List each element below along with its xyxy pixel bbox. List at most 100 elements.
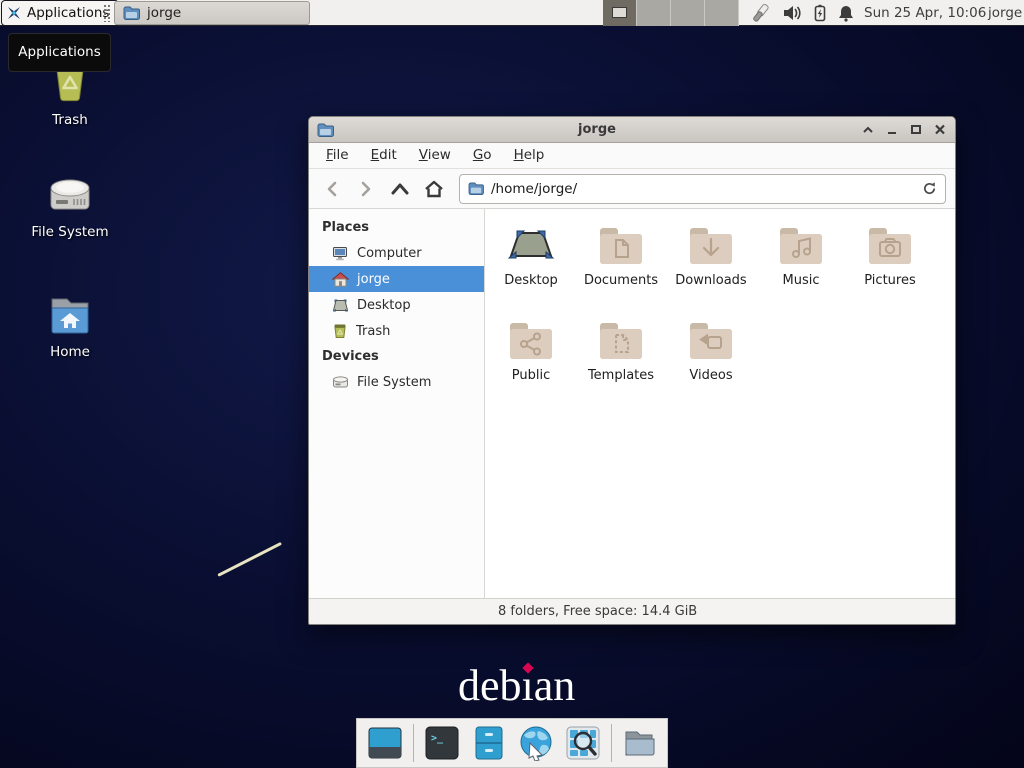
volume-icon[interactable] bbox=[782, 4, 802, 22]
sidebar-item-file-system[interactable]: File System bbox=[309, 369, 484, 395]
battery-icon[interactable] bbox=[810, 4, 830, 22]
workspace-2[interactable] bbox=[637, 0, 671, 26]
path-folder-icon bbox=[468, 182, 484, 195]
drive-icon bbox=[332, 375, 349, 390]
application-finder-button[interactable] bbox=[564, 724, 602, 762]
panel-clock[interactable]: Sun 25 Apr, 10:06 bbox=[864, 0, 986, 26]
forward-button[interactable] bbox=[351, 174, 381, 204]
debian-logo: debıan bbox=[458, 660, 575, 711]
file-downloads[interactable]: Downloads bbox=[666, 225, 756, 288]
desktop-icon-home[interactable]: Home bbox=[18, 292, 122, 360]
file-label: Videos bbox=[666, 368, 756, 383]
home-button[interactable] bbox=[419, 174, 449, 204]
file-cabinet-icon bbox=[471, 725, 507, 761]
desktop-icon-label: Trash bbox=[18, 112, 122, 128]
documents-folder-icon bbox=[597, 225, 645, 267]
file-grid: Desktop Documents Downloads bbox=[485, 209, 955, 598]
notifications-bell-icon[interactable] bbox=[836, 4, 856, 22]
sidebar-item-label: Desktop bbox=[357, 298, 411, 313]
workspace-window-preview bbox=[612, 7, 627, 18]
workspace-1[interactable] bbox=[603, 0, 637, 26]
path-bar[interactable]: /home/jorge/ bbox=[459, 174, 946, 204]
desktop-folder-icon bbox=[507, 225, 555, 267]
desktop-icon-label: Home bbox=[18, 344, 122, 360]
file-music[interactable]: Music bbox=[756, 225, 846, 288]
file-manager-window: jorge File Edit View Go Help bbox=[308, 116, 956, 625]
toolbar: /home/jorge/ bbox=[309, 169, 955, 209]
public-folder-icon bbox=[507, 320, 555, 362]
menu-view[interactable]: View bbox=[408, 143, 462, 168]
panel-drag-handle[interactable] bbox=[103, 4, 112, 22]
taskbar-window-button[interactable]: jorge bbox=[114, 1, 310, 25]
terminal-icon: >_ bbox=[424, 725, 460, 761]
file-desktop[interactable]: Desktop bbox=[486, 225, 576, 288]
menu-help[interactable]: Help bbox=[503, 143, 556, 168]
terminal-button[interactable]: >_ bbox=[423, 724, 461, 762]
svg-text:>_: >_ bbox=[431, 733, 444, 744]
downloads-folder-icon bbox=[687, 225, 735, 267]
file-label: Documents bbox=[576, 273, 666, 288]
file-cabinet-button[interactable] bbox=[470, 724, 508, 762]
sidebar-item-desktop[interactable]: Desktop bbox=[309, 292, 484, 318]
desktop-icon-file-system[interactable]: File System bbox=[18, 174, 122, 240]
sidebar-item-label: jorge bbox=[357, 272, 390, 287]
templates-folder-icon bbox=[597, 320, 645, 362]
debian-logo-part: an bbox=[534, 661, 576, 710]
sidebar-item-computer[interactable]: Computer bbox=[309, 240, 484, 266]
titlebar[interactable]: jorge bbox=[309, 117, 955, 143]
window-folder-icon bbox=[317, 123, 334, 137]
web-browser-globe-icon bbox=[518, 725, 554, 761]
file-label: Music bbox=[756, 273, 846, 288]
maximize-button[interactable] bbox=[908, 122, 923, 137]
workspace-4[interactable] bbox=[705, 0, 739, 26]
refresh-icon[interactable] bbox=[922, 181, 937, 196]
sidebar-item-trash[interactable]: Trash bbox=[309, 318, 484, 344]
applications-menu-button[interactable]: Applications bbox=[1, 0, 119, 26]
file-public[interactable]: Public bbox=[486, 320, 576, 383]
file-videos[interactable]: Videos bbox=[666, 320, 756, 383]
menu-go[interactable]: Go bbox=[462, 143, 503, 168]
applications-menu-label: Applications bbox=[27, 5, 109, 21]
dock-separator bbox=[413, 724, 414, 762]
back-button[interactable] bbox=[317, 174, 347, 204]
up-button[interactable] bbox=[385, 174, 415, 204]
home-folder-icon bbox=[47, 292, 93, 336]
panel-username[interactable]: jorge bbox=[988, 0, 1022, 26]
file-label: Downloads bbox=[666, 273, 756, 288]
top-panel: Applications jorge Sun 25 Apr, 10:06 jor… bbox=[0, 0, 1024, 26]
workspace-3[interactable] bbox=[671, 0, 705, 26]
show-desktop-button[interactable] bbox=[366, 724, 404, 762]
dock-folder-button[interactable] bbox=[621, 724, 659, 762]
sidebar-item-jorge[interactable]: jorge bbox=[309, 266, 484, 292]
close-button[interactable] bbox=[932, 122, 947, 137]
window-title: jorge bbox=[334, 122, 860, 137]
file-templates[interactable]: Templates bbox=[576, 320, 666, 383]
bottom-dock: >_ bbox=[356, 718, 668, 768]
minimize-button[interactable] bbox=[884, 122, 899, 137]
desktop-icon-label: File System bbox=[18, 224, 122, 240]
applications-tooltip: Applications bbox=[8, 33, 111, 72]
menu-edit[interactable]: Edit bbox=[360, 143, 408, 168]
path-input[interactable]: /home/jorge/ bbox=[491, 181, 915, 197]
debian-logo-i: ı bbox=[522, 661, 534, 710]
workspace-switcher bbox=[603, 0, 739, 26]
shade-button[interactable] bbox=[860, 122, 875, 137]
menu-file[interactable]: File bbox=[315, 143, 360, 168]
file-pictures[interactable]: Pictures bbox=[845, 225, 935, 288]
sidebar-item-label: File System bbox=[357, 375, 431, 390]
videos-folder-icon bbox=[687, 320, 735, 362]
status-bar: 8 folders, Free space: 14.4 GiB bbox=[309, 598, 955, 624]
computer-icon bbox=[332, 246, 349, 261]
trash-icon bbox=[332, 323, 348, 339]
tool-icon[interactable] bbox=[750, 4, 770, 22]
sidebar-header-devices: Devices bbox=[309, 344, 484, 369]
file-documents[interactable]: Documents bbox=[576, 225, 666, 288]
drive-icon bbox=[46, 174, 94, 216]
sidebar-item-label: Computer bbox=[357, 246, 422, 261]
web-browser-button[interactable] bbox=[517, 724, 555, 762]
file-label: Pictures bbox=[845, 273, 935, 288]
desktop-icon bbox=[332, 298, 349, 313]
taskbar-window-label: jorge bbox=[147, 5, 181, 21]
application-finder-icon bbox=[565, 725, 601, 761]
folder-icon bbox=[123, 6, 140, 20]
